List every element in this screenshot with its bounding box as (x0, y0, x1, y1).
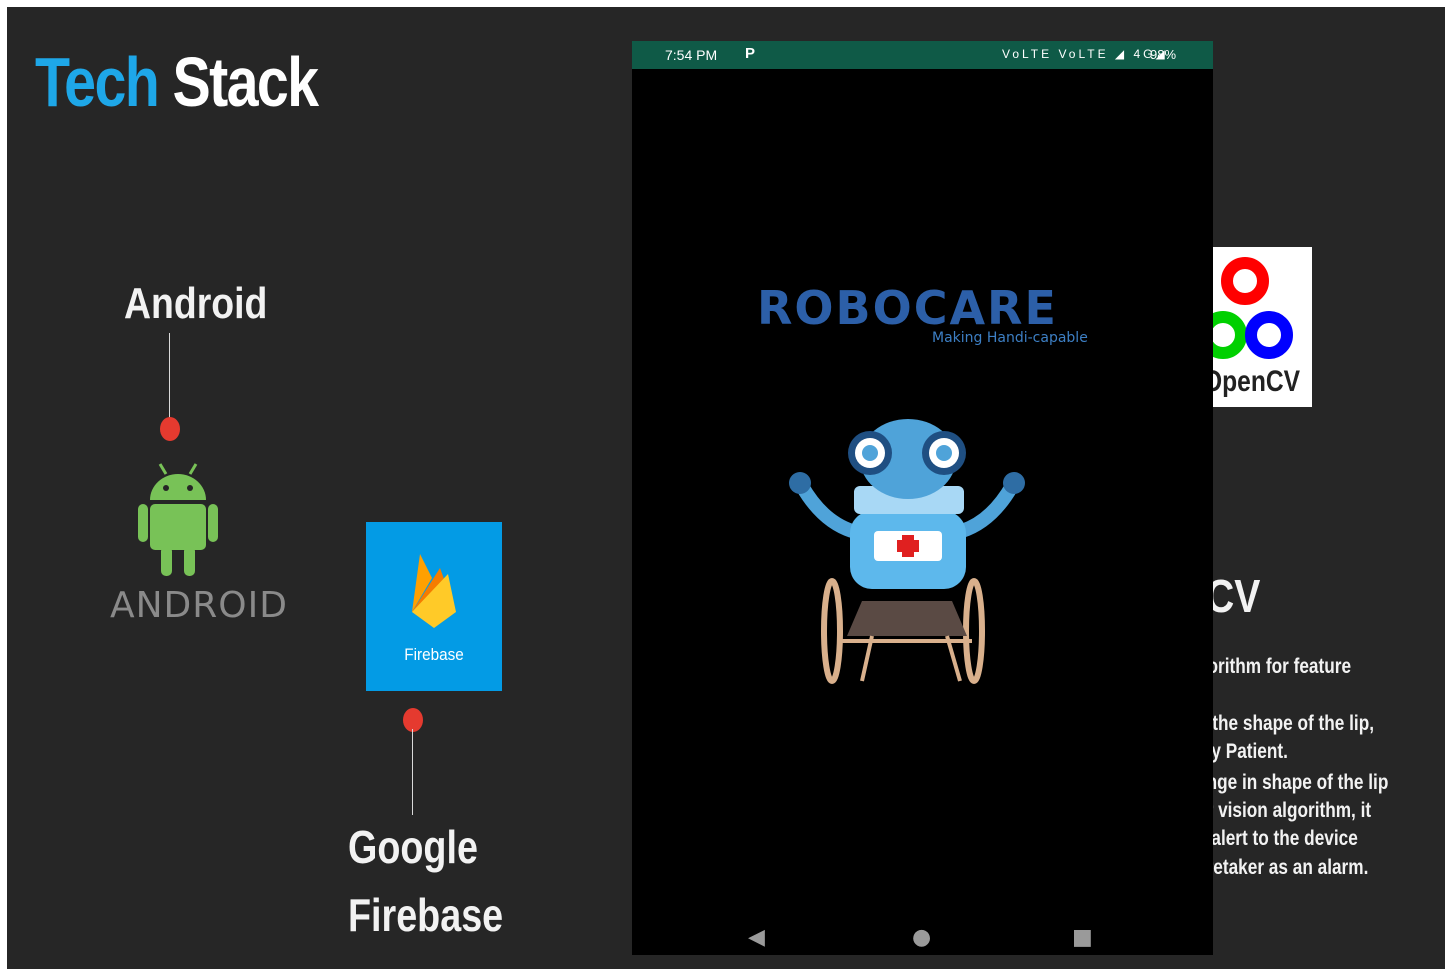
firebase-label-line1: Google (348, 821, 478, 873)
status-time: 7:54 PM (665, 47, 718, 63)
home-button[interactable]: ● (912, 925, 931, 950)
back-button[interactable]: ◀ (748, 925, 765, 950)
firebase-pin-icon (403, 708, 423, 732)
slide-title: Tech Stack (35, 47, 319, 117)
opencv-wordmark: OpenCV (1203, 365, 1301, 398)
phone-nav-bar: ◀ ● ■ (632, 921, 1213, 955)
opencv-logo-icon (1203, 257, 1293, 359)
opencv-desc-line: n the shape of the lip, (1197, 712, 1375, 735)
firebase-flame-icon (412, 554, 456, 628)
android-label: Android (124, 279, 268, 328)
android-pin-icon (160, 417, 180, 441)
slide-title-part1: Tech (35, 43, 160, 121)
presentation-slide: Tech Stack Android ANDROID Firebase Goog… (7, 7, 1445, 969)
parking-notification-icon: P (745, 45, 756, 62)
opencv-desc-line: aretaker as an alarm. (1197, 856, 1369, 879)
opencv-desc-line: er vision algorithm, it (1197, 799, 1372, 822)
recents-button[interactable]: ■ (1072, 925, 1093, 950)
opencv-desc-line: ange in shape of the lip (1197, 771, 1389, 794)
signal-icons: VoLTE VoLTE ◢ 4G◢ (1002, 47, 1168, 61)
firebase-label-line2: Firebase (348, 889, 504, 941)
battery-percentage: 98% (1150, 47, 1177, 62)
firebase-logo-tile: Firebase (366, 522, 502, 691)
phone-screenshot: 7:54 PM P VoLTE VoLTE ◢ 4G◢ 98% ROBOCARE… (632, 41, 1213, 955)
android-robot-icon (138, 463, 218, 576)
android-wordmark: ANDROID (110, 585, 288, 626)
robot-wheelchair-icon (789, 419, 1025, 684)
opencv-desc-line: gorithm for feature (1197, 655, 1352, 678)
opencv-heading: CV (1206, 570, 1261, 622)
slide-title-part2: Stack (172, 43, 319, 121)
app-logo-wordmark: ROBOCARE (757, 281, 1058, 335)
app-logo-tagline: Making Handi-capable (932, 330, 1088, 346)
android-connector-line (169, 333, 170, 423)
phone-status-bar: 7:54 PM P VoLTE VoLTE ◢ 4G◢ 98% (632, 41, 1213, 69)
firebase-connector-line (412, 729, 413, 815)
firebase-tile-label: Firebase (404, 645, 464, 664)
opencv-desc-line: s alert to the device (1197, 827, 1358, 850)
